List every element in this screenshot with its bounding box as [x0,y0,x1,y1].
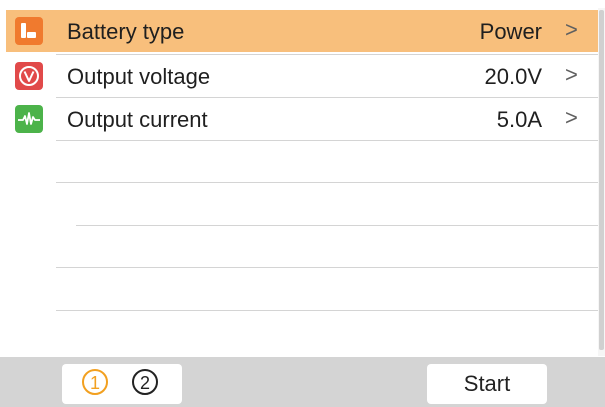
row-value: 5.0A [496,107,542,132]
frame-top [0,0,605,8]
footer-bar: 1 2 Start [0,357,605,407]
voltage-icon [15,62,43,90]
divider [56,310,598,311]
row-battery-type[interactable]: Battery type Power > [6,10,598,52]
divider [56,97,598,98]
page-selector: 1 2 [62,364,182,404]
row-label: Battery type [67,19,185,44]
chevron-right-icon: > [565,62,578,87]
current-icon [15,105,43,133]
row-label: Output voltage [67,64,211,89]
row-value: Power [479,19,542,44]
divider [56,140,598,141]
divider [56,54,598,55]
divider [56,267,598,268]
row-value: 20.0V [484,64,543,89]
battery-icon [15,17,43,45]
settings-screen: Battery type Power > Output voltage 20.0… [0,0,605,407]
row-output-current[interactable]: Output current 5.0A > [6,98,598,140]
divider [56,182,598,183]
settings-list: Battery type Power > Output voltage 20.0… [6,10,598,356]
scrollbar-thumb[interactable] [599,10,604,350]
chevron-right-icon: > [565,105,578,130]
page-1-button[interactable]: 1 [82,369,108,395]
start-button[interactable]: Start [427,364,547,404]
row-label: Output current [67,107,208,132]
page-2-button[interactable]: 2 [132,369,158,395]
row-output-voltage[interactable]: Output voltage 20.0V > [6,55,598,97]
divider [76,225,598,226]
chevron-right-icon: > [565,17,578,42]
